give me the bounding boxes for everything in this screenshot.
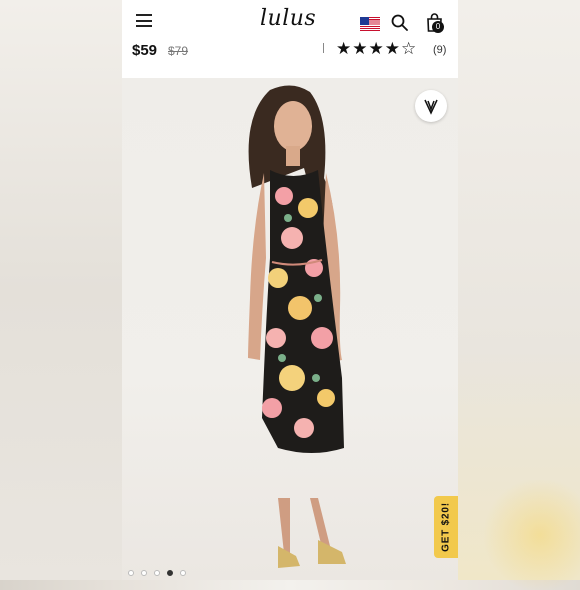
background-right — [458, 0, 580, 590]
price-rating-row: $59 $79 ★★★★☆ (9) — [122, 39, 458, 78]
pagination-dot[interactable] — [141, 570, 147, 576]
phone-screen: lulus 0 $59 $79 ★★★★☆ (9) GET $20! — [122, 0, 458, 580]
pagination-dot[interactable] — [128, 570, 134, 576]
pagination-dot[interactable] — [180, 570, 186, 576]
pagination-dot[interactable] — [154, 570, 160, 576]
model-in-floral-dress-image — [248, 85, 346, 568]
pagination-dot-active[interactable] — [167, 570, 173, 576]
favorite-button[interactable] — [415, 90, 447, 122]
background-left — [0, 0, 122, 580]
original-price: $79 — [168, 44, 189, 58]
image-pagination — [128, 570, 186, 578]
sale-price: $59 — [132, 42, 158, 59]
rating-stars[interactable]: ★★★★☆ — [336, 39, 417, 59]
heart-icon — [424, 99, 438, 115]
site-logo[interactable]: lulus — [260, 6, 316, 31]
us-flag-icon[interactable] — [360, 17, 380, 31]
product-image[interactable]: GET $20! — [122, 78, 458, 580]
get-promo-tab[interactable]: GET $20! — [434, 496, 458, 558]
cart-count-badge: 0 — [432, 21, 444, 33]
promo-tab-label: GET $20! — [440, 502, 452, 552]
review-count[interactable]: (9) — [433, 44, 446, 56]
search-icon[interactable] — [391, 14, 408, 31]
divider — [323, 43, 324, 53]
menu-icon[interactable] — [136, 14, 152, 27]
